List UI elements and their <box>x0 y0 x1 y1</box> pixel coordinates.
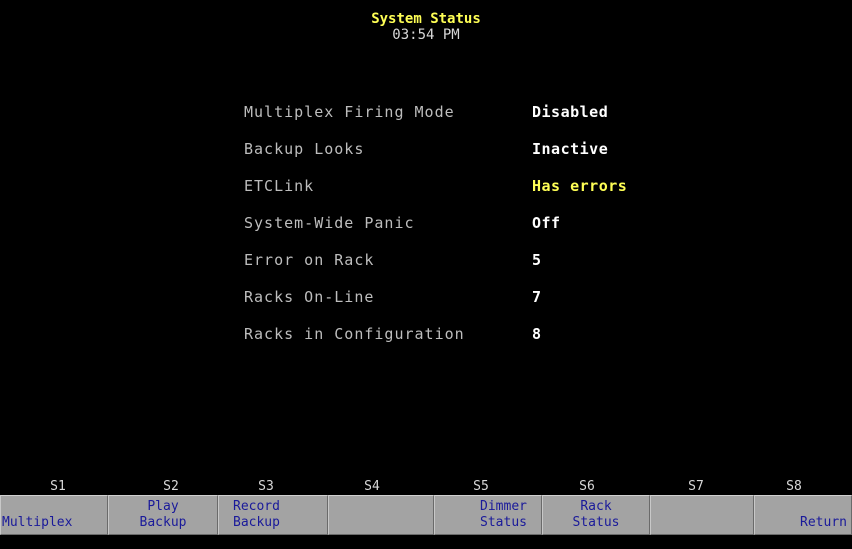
softkey-label-line2: Multiplex <box>2 515 73 530</box>
softkey-label-line1: Rack <box>580 499 612 514</box>
softkey-multiplex-button[interactable]: Multiplex <box>0 495 108 535</box>
softkey-id-s1: S1 <box>50 479 66 494</box>
status-row-racks-on-line: Racks On-Line 7 <box>244 287 664 324</box>
softkey-s4-button[interactable] <box>328 495 434 535</box>
status-value: 8 <box>532 325 542 343</box>
softkey-id-s8: S8 <box>786 479 802 494</box>
status-value: Disabled <box>532 103 609 121</box>
softkey-label-line1: Play <box>147 499 179 514</box>
status-row-system-wide-panic: System-Wide Panic Off <box>244 213 664 250</box>
softkey-bar: Multiplex Play Backup Record Backup Dimm… <box>0 495 852 535</box>
status-value: Inactive <box>532 140 609 158</box>
softkey-return-button[interactable]: Return <box>754 495 852 535</box>
status-label: Racks in Configuration <box>244 325 465 343</box>
status-label: ETCLink <box>244 177 315 195</box>
softkey-label-line1: Record <box>233 499 280 514</box>
status-row-racks-in-configuration: Racks in Configuration 8 <box>244 324 664 361</box>
status-row-error-on-rack: Error on Rack 5 <box>244 250 664 287</box>
softkey-label-line2: Status <box>572 515 620 530</box>
status-row-backup-looks: Backup Looks Inactive <box>244 139 664 176</box>
softkey-s7-button[interactable] <box>650 495 754 535</box>
softkey-label-line2: Status <box>480 515 527 530</box>
softkey-id-s3: S3 <box>258 479 274 494</box>
status-label: Racks On-Line <box>244 288 375 306</box>
status-table: Multiplex Firing Mode Disabled Backup Lo… <box>244 102 664 361</box>
status-row-multiplex-firing-mode: Multiplex Firing Mode Disabled <box>244 102 664 139</box>
softkey-id-s6: S6 <box>579 479 595 494</box>
status-value: 5 <box>532 251 542 269</box>
softkey-label-line1: Dimmer <box>480 499 527 514</box>
status-label: System-Wide Panic <box>244 214 415 232</box>
status-value: 7 <box>532 288 542 306</box>
clock: 03:54 PM <box>392 27 460 43</box>
softkey-label-line2: Backup <box>139 515 187 530</box>
status-value: Off <box>532 214 561 232</box>
page-title: System Status <box>371 11 481 27</box>
softkey-id-s7: S7 <box>688 479 704 494</box>
softkey-record-backup-button[interactable]: Record Backup <box>218 495 328 535</box>
softkey-label-line2: Return <box>800 515 847 530</box>
softkey-rack-status-button[interactable]: Rack Status <box>542 495 650 535</box>
status-label: Multiplex Firing Mode <box>244 103 455 121</box>
softkey-id-s2: S2 <box>163 479 179 494</box>
status-label: Error on Rack <box>244 251 375 269</box>
softkey-dimmer-status-button[interactable]: Dimmer Status <box>434 495 542 535</box>
softkey-play-backup-button[interactable]: Play Backup <box>108 495 218 535</box>
status-label: Backup Looks <box>244 140 365 158</box>
status-row-etclink: ETCLink Has errors <box>244 176 664 213</box>
softkey-id-row: S1 S2 S3 S4 S5 S6 S7 S8 <box>0 479 852 495</box>
status-value-warning: Has errors <box>532 177 628 195</box>
softkey-label-line2: Backup <box>233 515 280 530</box>
header: System Status 03:54 PM <box>0 11 852 43</box>
softkey-id-s4: S4 <box>364 479 380 494</box>
softkey-id-s5: S5 <box>473 479 489 494</box>
